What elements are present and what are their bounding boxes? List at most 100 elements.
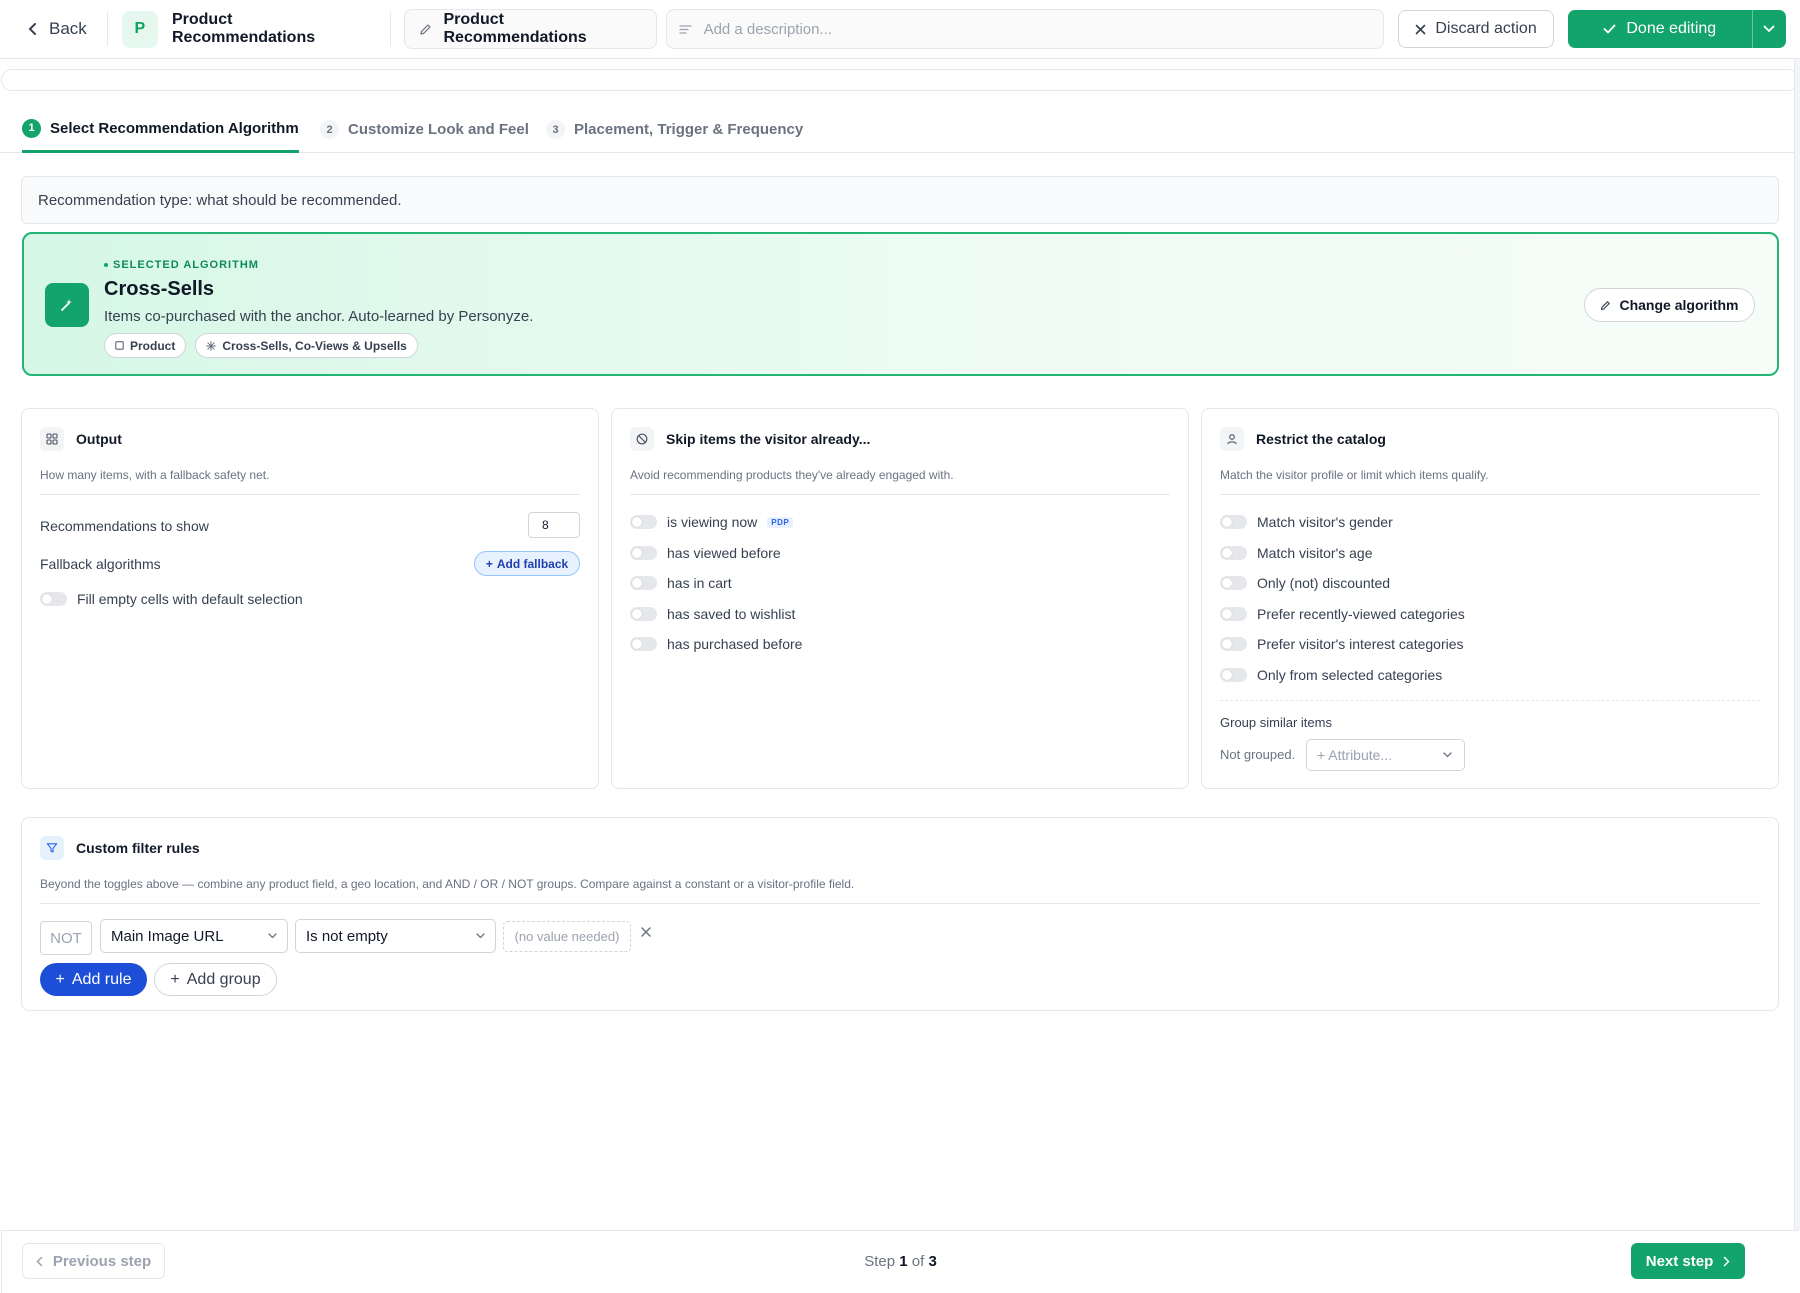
check-icon: [1603, 24, 1616, 34]
not-toggle-button[interactable]: NOT: [40, 921, 92, 955]
step-number: 1: [22, 118, 41, 138]
algorithm-description: Items co-purchased with the anchor. Auto…: [104, 308, 534, 325]
skip-viewed-before-toggle[interactable]: [630, 546, 657, 560]
done-editing-button[interactable]: Done editing: [1567, 10, 1752, 48]
restrict-selected-categories-toggle[interactable]: [1220, 668, 1247, 682]
restrict-recent-categories-toggle[interactable]: [1220, 607, 1247, 621]
skip-in-cart-row: has in cart: [630, 575, 732, 591]
toggle-label: Prefer recently-viewed categories: [1257, 606, 1465, 622]
add-fallback-button[interactable]: + Add fallback: [474, 551, 580, 576]
tab-customize-look[interactable]: 2 Customize Look and Feel: [320, 106, 529, 153]
action-name-input[interactable]: Product Recommendations: [403, 9, 657, 49]
next-step-label: Next step: [1645, 1252, 1714, 1270]
divider: [630, 494, 1170, 495]
card-header: Custom filter rules: [40, 836, 200, 860]
chip-label: Product: [130, 338, 176, 353]
chevron-right-icon: [1723, 1256, 1730, 1267]
next-step-button[interactable]: Next step: [1631, 1243, 1745, 1279]
attribute-placeholder: + Attribute...: [1317, 747, 1393, 763]
fallback-algorithms-label: Fallback algorithms: [40, 556, 161, 572]
not-grouped-text: Not grouped.: [1220, 747, 1296, 762]
pencil-icon: [1600, 300, 1611, 311]
chip-product: Product: [104, 333, 187, 358]
skip-viewing-now-toggle[interactable]: [630, 515, 657, 529]
fill-empty-toggle[interactable]: [40, 592, 67, 606]
operator-select[interactable]: Is not empty: [295, 919, 496, 953]
toggle-label: Only from selected categories: [1257, 667, 1443, 683]
pdp-badge: PDP: [767, 516, 794, 528]
skip-wishlist-toggle[interactable]: [630, 607, 657, 621]
dot-icon: [104, 263, 108, 267]
toggle-label: has saved to wishlist: [667, 606, 796, 622]
step-prefix: Step: [864, 1253, 896, 1270]
card-title: Output: [76, 431, 122, 447]
recommendation-type-info: Recommendation type: what should be reco…: [21, 176, 1779, 224]
custom-filter-rules-card: Custom filter rules Beyond the toggles a…: [21, 817, 1779, 1011]
selected-label-text: SELECTED ALGORITHM: [113, 259, 259, 271]
step-number: 3: [546, 120, 565, 139]
add-group-button[interactable]: + Add group: [154, 963, 277, 996]
chip-family: Cross-Sells, Co-Views & Upsells: [195, 333, 418, 358]
tab-select-algorithm[interactable]: 1 Select Recommendation Algorithm: [22, 106, 299, 153]
wizard-footer: Previous step Step 1 of 3 Next step: [1, 1230, 1799, 1293]
restrict-interest-categories-toggle[interactable]: [1220, 637, 1247, 651]
back-button[interactable]: Back: [24, 13, 91, 45]
grid-icon: [40, 427, 64, 451]
divider: [106, 12, 108, 46]
close-icon[interactable]: [640, 926, 652, 938]
text-lines-icon: [678, 24, 692, 35]
value-input[interactable]: (no value needed): [503, 921, 631, 952]
change-algorithm-button[interactable]: Change algorithm: [1584, 288, 1755, 322]
restrict-gender-toggle[interactable]: [1220, 515, 1247, 529]
done-options-dropdown[interactable]: [1751, 10, 1787, 48]
toggle-label: has viewed before: [667, 545, 781, 561]
change-algorithm-label: Change algorithm: [1619, 297, 1739, 313]
algorithm-name: Cross-Sells: [104, 278, 215, 300]
tab-placement-trigger[interactable]: 3 Placement, Trigger & Frequency: [546, 106, 803, 153]
done-label: Done editing: [1626, 20, 1717, 37]
operator-value: Is not empty: [306, 927, 388, 945]
description-input[interactable]: Add a description...: [665, 9, 1385, 49]
plus-icon: +: [55, 970, 65, 988]
skip-purchased-toggle[interactable]: [630, 637, 657, 651]
field-select[interactable]: Main Image URL: [100, 919, 288, 953]
close-icon: [1415, 24, 1426, 35]
card-header: Restrict the catalog: [1220, 427, 1386, 451]
restrict-catalog-card: Restrict the catalog Match the visitor p…: [1201, 408, 1779, 789]
restrict-recent-categories-row: Prefer recently-viewed categories: [1220, 606, 1465, 622]
wand-icon: [59, 297, 75, 313]
card-subtitle: Beyond the toggles above — combine any p…: [40, 877, 855, 891]
step-current: 1: [899, 1253, 908, 1270]
field-value: Main Image URL: [111, 927, 224, 945]
restrict-age-toggle[interactable]: [1220, 546, 1247, 560]
description-placeholder: Add a description...: [703, 20, 832, 38]
recommendations-to-show-label: Recommendations to show: [40, 518, 209, 534]
restrict-age-row: Match visitor's age: [1220, 545, 1373, 561]
step-indicator: Step 1 of 3: [2, 1253, 1799, 1270]
discard-action-button[interactable]: Discard action: [1398, 10, 1554, 48]
scrollbar-track[interactable]: [1794, 59, 1800, 1230]
card-subtitle: Match the visitor profile or limit which…: [1220, 468, 1489, 482]
card-title: Restrict the catalog: [1256, 431, 1386, 447]
add-rule-button[interactable]: + Add rule: [40, 963, 147, 996]
skip-items-card: Skip items the visitor already... Avoid …: [611, 408, 1189, 789]
attribute-select[interactable]: + Attribute...: [1306, 739, 1465, 771]
card-title: Custom filter rules: [76, 840, 200, 856]
app-badge: P: [121, 10, 158, 48]
ban-icon: [630, 427, 654, 451]
chevron-down-icon: [476, 933, 485, 939]
restrict-interest-categories-row: Prefer visitor's interest categories: [1220, 636, 1464, 652]
skip-in-cart-toggle[interactable]: [630, 576, 657, 590]
add-fallback-label: Add fallback: [496, 556, 569, 571]
discard-label: Discard action: [1435, 20, 1537, 37]
restrict-discounted-toggle[interactable]: [1220, 576, 1247, 590]
tab-label: Placement, Trigger & Frequency: [574, 121, 804, 138]
action-name-value: Product Recommendations: [443, 11, 587, 46]
recommendations-count-input[interactable]: 8: [528, 512, 580, 538]
output-card: Output How many items, with a fallback s…: [21, 408, 599, 789]
top-bar: Back P Product Recommendations Product R…: [0, 0, 1800, 59]
card-header: Skip items the visitor already...: [630, 427, 870, 451]
divider: [1220, 494, 1760, 495]
tab-label: Select Recommendation Algorithm: [50, 119, 299, 137]
toggle-label: Only (not) discounted: [1257, 575, 1391, 591]
